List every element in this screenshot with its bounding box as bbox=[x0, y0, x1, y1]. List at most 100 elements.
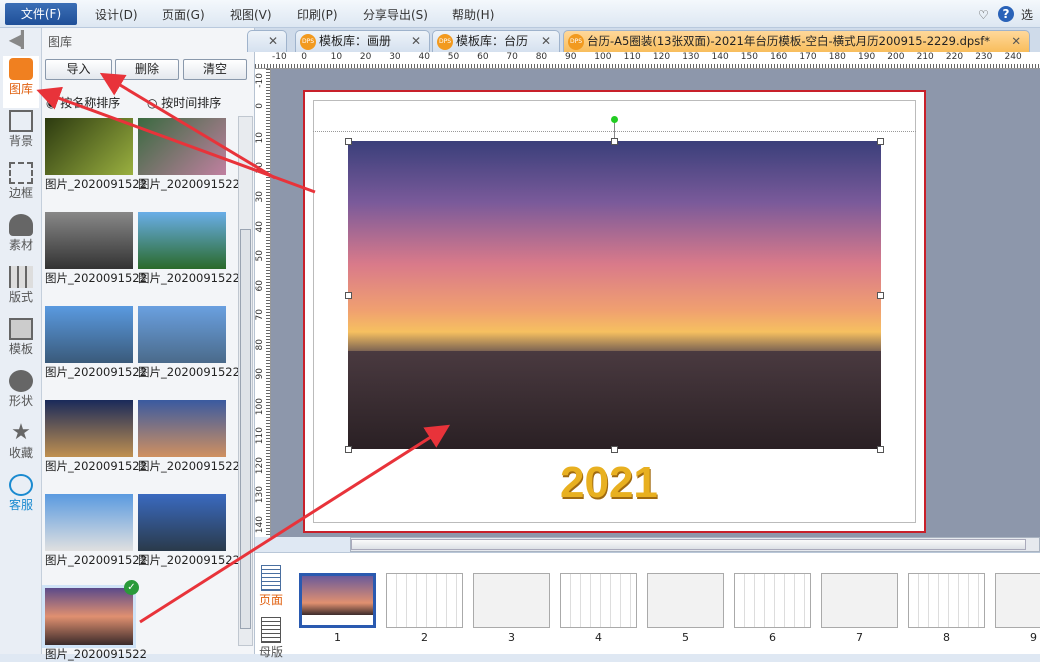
menu-help[interactable]: 帮助(H) bbox=[452, 4, 494, 26]
ruler-tick-label: 140 bbox=[711, 52, 729, 62]
gallery-image[interactable] bbox=[45, 400, 133, 457]
menu-print[interactable]: 印刷(P) bbox=[297, 4, 338, 26]
menu-page[interactable]: 页面(G) bbox=[162, 4, 205, 26]
panel-scrollbar[interactable] bbox=[238, 116, 253, 646]
sidebar-item-shape[interactable]: 形状 bbox=[3, 368, 39, 420]
shape-icon bbox=[9, 370, 33, 392]
gallery-image[interactable] bbox=[138, 306, 226, 363]
ruler-tick-label: 50 bbox=[447, 52, 460, 62]
horizontal-ruler: -10 0 10 20 30 40 50 60 70 80 90 100 110 120 130 140 150… bbox=[255, 52, 1040, 69]
gallery-image[interactable] bbox=[45, 306, 133, 363]
page-icon bbox=[261, 565, 281, 591]
sidebar-item-layout[interactable]: 版式 bbox=[3, 264, 39, 316]
ruler-tick-label: 80 bbox=[535, 52, 548, 62]
page-thumbnail[interactable] bbox=[995, 573, 1040, 628]
menu-file[interactable]: 文件(F) bbox=[5, 3, 77, 25]
menu-options[interactable]: 选项 bbox=[1021, 4, 1040, 44]
resize-handle[interactable] bbox=[345, 138, 352, 145]
tab-active-document[interactable]: DPS 台历-A5圈装(13张双面)-2021年台历模板-空白-横式月历20091… bbox=[563, 30, 1030, 52]
ruler-tick-label: 90 bbox=[565, 52, 577, 62]
clear-button[interactable]: 清空 bbox=[183, 59, 247, 80]
ruler-tick-label: 80 bbox=[255, 338, 265, 350]
menu-design[interactable]: 设计(D) bbox=[95, 4, 138, 26]
collapse-panel-icon[interactable]: ◀▎ bbox=[3, 30, 39, 54]
year-text[interactable]: 2021 bbox=[560, 458, 658, 508]
sort-by-name-radio[interactable]: ◉ 按名称排序 bbox=[46, 94, 120, 111]
page-thumbnail[interactable] bbox=[299, 573, 376, 628]
rotate-handle[interactable] bbox=[611, 116, 618, 123]
background-icon bbox=[9, 110, 33, 132]
sidebar-item-material[interactable]: 素材 bbox=[3, 212, 39, 264]
sidebar-item-template[interactable]: 模板 bbox=[3, 316, 39, 368]
gallery-image-label: 图片_2020091522 bbox=[45, 459, 147, 473]
page-number: 2 bbox=[421, 631, 428, 644]
ruler-tick-label: 0 bbox=[301, 52, 308, 62]
ruler-tick-label: 10 bbox=[330, 52, 343, 62]
gallery-image[interactable] bbox=[138, 118, 226, 175]
scroll-thumb[interactable] bbox=[351, 539, 1026, 550]
sidebar-item-border[interactable]: 边框 bbox=[3, 160, 39, 212]
page-number: 5 bbox=[682, 631, 689, 644]
sidebar-item-favorites[interactable]: ★ 收藏 bbox=[3, 420, 39, 472]
sidebar-item-background[interactable]: 背景 bbox=[3, 108, 39, 160]
gallery-image[interactable] bbox=[45, 494, 133, 551]
ruler-tick-label: 210 bbox=[916, 52, 934, 62]
close-icon[interactable]: ✕ bbox=[1011, 31, 1021, 51]
panel-title: 图库 bbox=[48, 35, 73, 49]
tab-album-templates[interactable]: DPS 模板库：画册 ✕ bbox=[295, 30, 430, 52]
star-icon: ★ bbox=[11, 420, 31, 445]
collapse-ribbon-icon[interactable]: ♡ bbox=[978, 4, 989, 26]
ruler-tick-label: 30 bbox=[389, 52, 401, 62]
delete-button[interactable]: 删除 bbox=[115, 59, 179, 80]
page-thumbnail[interactable] bbox=[386, 573, 463, 628]
ruler-tick-label: 20 bbox=[255, 161, 265, 173]
menu-view[interactable]: 视图(V) bbox=[230, 4, 272, 26]
page-number: 8 bbox=[943, 631, 950, 644]
close-icon[interactable]: ✕ bbox=[541, 31, 551, 51]
sidebar-item-gallery[interactable]: 图库 bbox=[3, 56, 39, 108]
gallery-image[interactable] bbox=[138, 494, 226, 551]
gallery-image-label: 图片_2020091522 bbox=[138, 553, 240, 567]
gallery-image[interactable]: ✓ bbox=[42, 580, 139, 648]
gallery-image[interactable] bbox=[45, 118, 133, 175]
sunset-harbor-photo[interactable] bbox=[348, 141, 881, 449]
gallery-image[interactable] bbox=[138, 212, 226, 269]
resize-handle[interactable] bbox=[877, 292, 884, 299]
menu-bar: 文件(F) 设计(D) 页面(G) 视图(V) 印刷(P) 分享导出(S) 帮助… bbox=[0, 0, 1040, 44]
resize-handle[interactable] bbox=[611, 446, 618, 453]
tab-calendar-templates[interactable]: DPS 模板库：台历 ✕ bbox=[432, 30, 560, 52]
resize-handle[interactable] bbox=[877, 138, 884, 145]
resize-handle[interactable] bbox=[345, 446, 352, 453]
master-icon bbox=[261, 617, 281, 643]
scroll-thumb[interactable] bbox=[240, 229, 251, 629]
gallery-panel: 图库 导入 删除 清空 ◉ 按名称排序 ○ 按时间排序 图片_202009152… bbox=[42, 28, 255, 661]
horizontal-scrollbar[interactable] bbox=[350, 537, 1040, 552]
gallery-image[interactable] bbox=[45, 212, 133, 269]
resize-handle[interactable] bbox=[611, 138, 618, 145]
sidebar-item-support[interactable]: 客服 bbox=[3, 472, 39, 524]
help-icon[interactable]: ? bbox=[998, 6, 1014, 22]
ruler-tick-label: 190 bbox=[858, 52, 876, 62]
gallery-image-label: 图片_2020091522 bbox=[45, 553, 147, 567]
sort-by-time-radio[interactable]: ○ 按时间排序 bbox=[147, 94, 221, 111]
page-thumbnail[interactable] bbox=[560, 573, 637, 628]
close-icon[interactable]: ✕ bbox=[411, 31, 421, 51]
page-number: 4 bbox=[595, 631, 602, 644]
check-icon: ✓ bbox=[124, 580, 139, 595]
ruler-tick-label: 30 bbox=[255, 191, 265, 203]
tab-previous[interactable]: ✕ bbox=[247, 30, 287, 52]
gallery-image[interactable] bbox=[138, 400, 226, 457]
ruler-tick-label: 230 bbox=[975, 52, 993, 62]
page-thumbnail[interactable] bbox=[647, 573, 724, 628]
menu-share[interactable]: 分享导出(S) bbox=[363, 4, 428, 26]
resize-handle[interactable] bbox=[877, 446, 884, 453]
page-thumbnail[interactable] bbox=[908, 573, 985, 628]
import-button[interactable]: 导入 bbox=[45, 59, 112, 80]
ruler-tick-label: 60 bbox=[477, 52, 489, 62]
resize-handle[interactable] bbox=[345, 292, 352, 299]
page-thumbnail[interactable] bbox=[821, 573, 898, 628]
gallery-image-label: 图片_2020091522 bbox=[45, 271, 147, 285]
page-thumbnail[interactable] bbox=[473, 573, 550, 628]
pages-tab[interactable]: 页面 bbox=[257, 565, 285, 608]
page-thumbnail[interactable] bbox=[734, 573, 811, 628]
